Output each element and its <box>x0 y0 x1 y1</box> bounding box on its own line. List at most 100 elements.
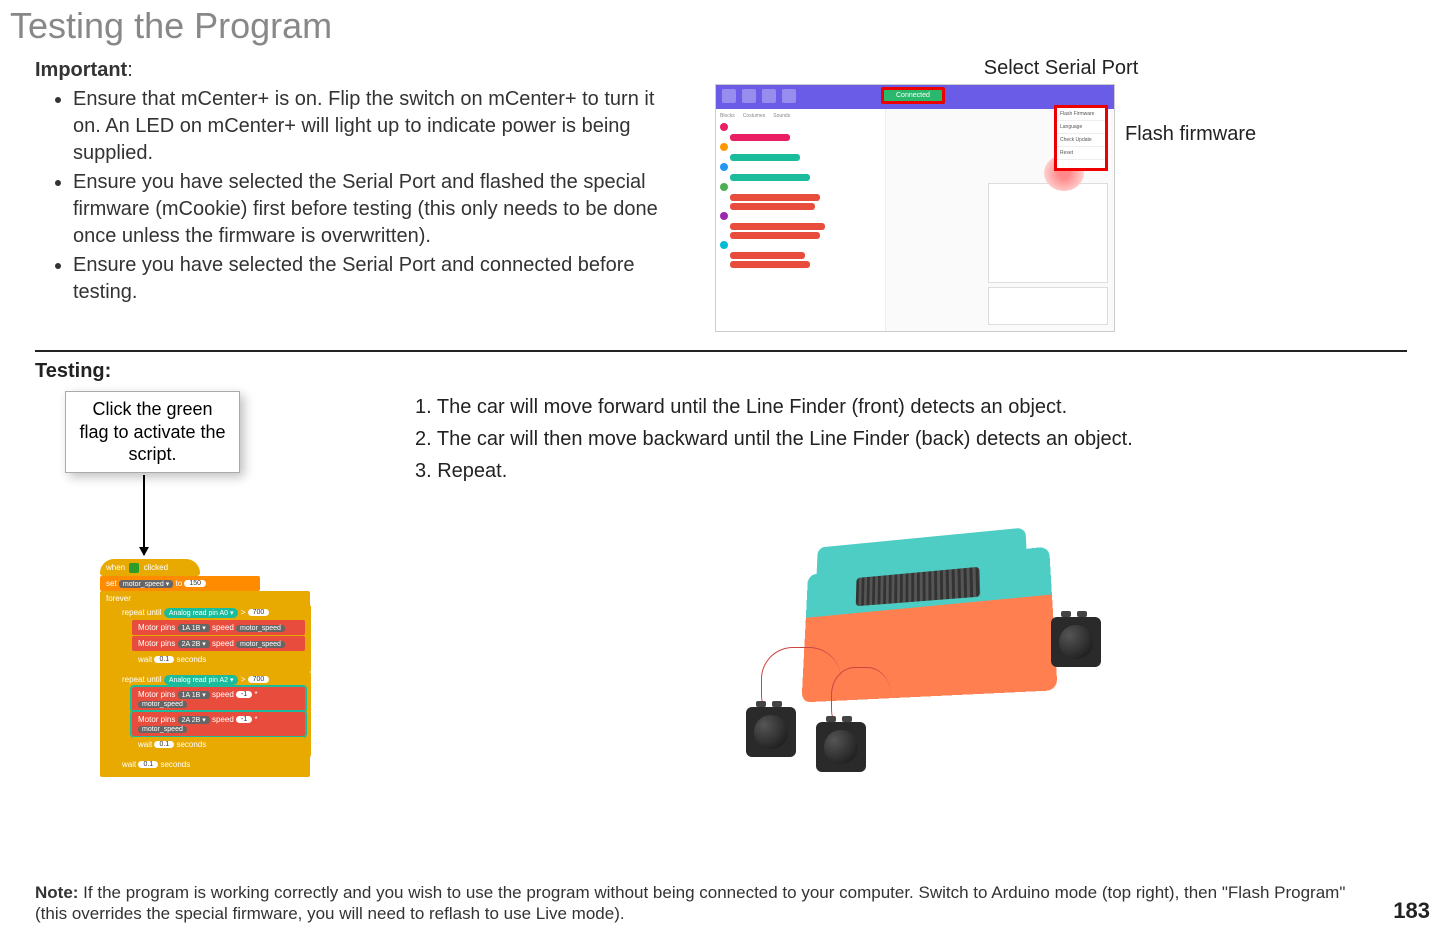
var: motor_speed <box>138 726 187 733</box>
pins: 1A 1B ▾ <box>178 624 210 632</box>
important-item: Ensure that mCenter+ is on. Flip the swi… <box>73 86 675 167</box>
testing-left: Click the green flag to activate the scr… <box>35 391 315 787</box>
blk-text: repeat until <box>122 675 162 684</box>
select-serial-port-label: Select Serial Port <box>715 57 1407 80</box>
top-section: Important: Ensure that mCenter+ is on. F… <box>0 47 1442 332</box>
page-number: 183 <box>1393 898 1430 924</box>
analog-read-pill: Analog read pin A2 ▾ <box>164 675 239 685</box>
menu-item: Reset <box>1057 147 1105 160</box>
screenshot-block: Select Serial Port Connected Flash Firmw… <box>715 57 1407 332</box>
set-var-block: set motor_speed ▾ to 150 <box>100 576 260 591</box>
step-item: 1. The car will move forward until the L… <box>415 391 1407 423</box>
ss-sprite-panel <box>988 287 1108 325</box>
blk-text: Motor pins <box>138 623 175 632</box>
blk-text: speed <box>212 639 234 648</box>
note-block: Note: If the program is working correctl… <box>35 882 1382 925</box>
important-list: Ensure that mCenter+ is on. Flip the swi… <box>35 86 675 306</box>
important-item: Ensure you have selected the Serial Port… <box>73 252 675 306</box>
op: > <box>241 608 246 617</box>
testing-right: 1. The car will move forward until the L… <box>415 391 1407 787</box>
blk-text: forever <box>106 594 131 603</box>
important-colon: : <box>127 59 133 81</box>
blk-text: set <box>106 579 117 588</box>
blk-text: when <box>106 563 125 572</box>
green-flag-callout: Click the green flag to activate the scr… <box>65 391 240 473</box>
when-flag-clicked-block: when clicked <box>100 559 200 576</box>
important-item: Ensure you have selected the Serial Port… <box>73 169 675 250</box>
blk-text: wait <box>138 740 152 749</box>
menu-item: Flash Firmware <box>1057 108 1105 121</box>
forever-block: forever repeat until Analog read pin A0 … <box>100 591 310 777</box>
op: * <box>254 715 257 724</box>
wait-block: wait 0.1 seconds <box>116 757 226 772</box>
menu-item: Language <box>1057 121 1105 134</box>
blk-text: speed <box>212 715 234 724</box>
sensor-cube <box>816 722 866 772</box>
blk-text: Analog read pin <box>169 677 218 684</box>
pin: A0 ▾ <box>219 610 233 617</box>
toolbar-icon <box>782 89 796 103</box>
blk-text: Motor pins <box>138 639 175 648</box>
blk-text: seconds <box>176 740 206 749</box>
blk-text: clicked <box>144 563 168 572</box>
value: 700 <box>248 676 270 683</box>
testing-section: Testing: Click the green flag to activat… <box>0 352 1442 787</box>
blk-text: Motor pins <box>138 690 175 699</box>
value: 0.1 <box>154 656 174 663</box>
note-label: Note: <box>35 883 78 902</box>
motor-block: Motor pins 2A 2B ▾ speed -1 * motor_spee… <box>132 712 305 736</box>
toolbar-icon <box>762 89 776 103</box>
blk-text: repeat until <box>122 608 162 617</box>
step-item: 3. Repeat. <box>415 455 1407 487</box>
note-text: If the program is working correctly and … <box>35 883 1345 923</box>
var: motor_speed <box>138 701 187 708</box>
ss-tabs: BlocksCostumesSounds <box>720 113 881 119</box>
motor-block: Motor pins 2A 2B ▾ speed motor_speed <box>132 636 305 651</box>
blk-text: to <box>175 579 182 588</box>
page-title: Testing the Program <box>0 0 1442 47</box>
testing-body: Click the green flag to activate the scr… <box>35 391 1407 787</box>
flash-firmware-label: Flash firmware <box>1125 123 1256 146</box>
op: > <box>241 675 246 684</box>
important-block: Important: Ensure that mCenter+ is on. F… <box>35 57 675 332</box>
step-list: 1. The car will move forward until the L… <box>415 391 1407 487</box>
testing-title: Testing: <box>35 360 1407 383</box>
important-label: Important <box>35 59 127 81</box>
toolbar-icon <box>742 89 756 103</box>
script-stack: when clicked set motor_speed ▾ to 150 fo… <box>100 559 310 777</box>
connected-button: Connected <box>881 87 945 104</box>
value: 0.1 <box>154 741 174 748</box>
var-name: motor_speed ▾ <box>119 580 173 588</box>
blk-text: speed <box>212 690 234 699</box>
value: 0.1 <box>138 761 158 768</box>
ss-block-palette: BlocksCostumesSounds <box>716 109 886 331</box>
ss-stage <box>988 183 1108 283</box>
blk-text: speed <box>212 623 234 632</box>
pin: A2 ▾ <box>219 677 233 684</box>
sensor-cube <box>1051 617 1101 667</box>
ss-toolbar-icons <box>722 89 796 103</box>
pins: 2A 2B ▾ <box>178 640 210 648</box>
repeat-until-block: repeat until Analog read pin A0 ▾ > 700 … <box>116 605 311 672</box>
car-illustration <box>701 507 1121 787</box>
pins: 1A 1B ▾ <box>178 691 210 699</box>
blk-text: seconds <box>160 760 190 769</box>
green-flag-icon <box>129 563 139 573</box>
flash-firmware-menu: Flash Firmware Language Check Update Res… <box>1054 105 1108 171</box>
callout-arrow-icon <box>143 475 145 555</box>
menu-item: Check Update <box>1057 134 1105 147</box>
analog-read-pill: Analog read pin A0 ▾ <box>164 608 239 618</box>
blk-text: wait <box>138 655 152 664</box>
value: -1 <box>236 691 252 698</box>
step-item: 2. The car will then move backward until… <box>415 423 1407 455</box>
blk-text: wait <box>122 760 136 769</box>
blk-text: Analog read pin <box>169 610 218 617</box>
wait-block: wait 0.1 seconds <box>132 652 305 667</box>
pins: 2A 2B ▾ <box>178 716 210 724</box>
motor-block: Motor pins 1A 1B ▾ speed -1 * motor_spee… <box>132 687 305 711</box>
value: 150 <box>184 580 206 587</box>
toolbar-icon <box>722 89 736 103</box>
blk-text: seconds <box>176 655 206 664</box>
blk-text: Motor pins <box>138 715 175 724</box>
op: * <box>254 690 257 699</box>
